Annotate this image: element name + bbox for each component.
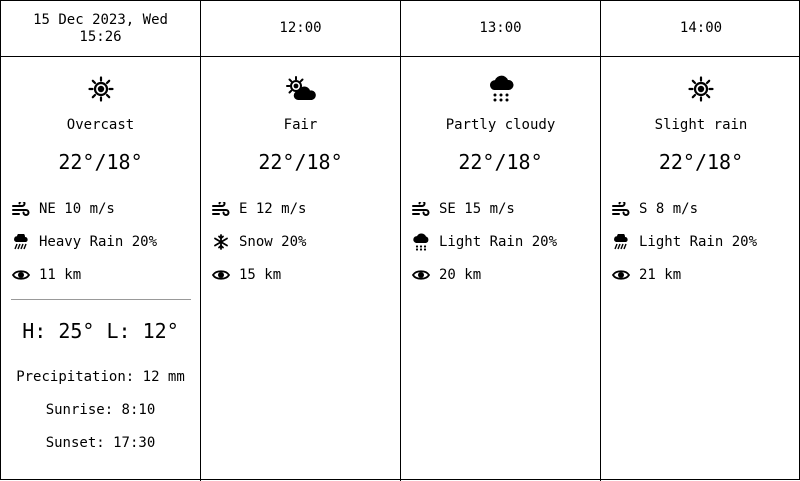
wind-row: S 8 m/s <box>611 199 698 219</box>
temperature: 22°/18° <box>58 150 143 174</box>
sun-cloud-icon <box>201 73 400 105</box>
hour-label: 13:00 <box>479 20 522 36</box>
temperature: 22°/18° <box>258 150 343 174</box>
visibility-value: 15 km <box>239 267 282 283</box>
wind-icon <box>411 200 431 218</box>
visibility-value: 21 km <box>639 267 682 283</box>
condition-label: Overcast <box>66 117 135 133</box>
temperature: 22°/18° <box>658 150 744 174</box>
condition-label: Slight rain <box>654 117 748 133</box>
visibility-value: 20 km <box>439 267 482 283</box>
precip-value: Light Rain 20% <box>639 234 758 250</box>
sunrise: Sunrise: 8:10 <box>45 402 156 418</box>
precip-value: Snow 20% <box>239 234 307 250</box>
eye-icon <box>211 266 231 284</box>
sun-icon <box>1 73 200 105</box>
visibility-row: 21 km <box>611 265 681 285</box>
wind-row: NE 10 m/s <box>11 199 115 219</box>
wind-icon <box>211 200 231 218</box>
eye-icon <box>11 266 31 284</box>
column-current: 15 Dec 2023, Wed 15:26 Overcast 22°/18° <box>1 1 201 481</box>
condition-label: Partly cloudy <box>445 117 556 133</box>
column-hour: 13:00 Partly cloudy 22°/18° SE 15 m/s Li… <box>401 1 601 481</box>
rain-icon <box>611 233 631 251</box>
visibility-row: 11 km <box>11 265 81 285</box>
precip-row: Heavy Rain 20% <box>11 232 157 252</box>
divider <box>11 299 191 300</box>
rain-icon <box>11 233 31 251</box>
snowflake-icon <box>211 233 231 251</box>
weather-grid: 15 Dec 2023, Wed 15:26 Overcast 22°/18° <box>0 0 800 481</box>
current-date: 15 Dec 2023, Wed <box>33 11 168 28</box>
wind-row: E 12 m/s <box>211 199 306 219</box>
column-hour: 14:00 Slight rain 22°/18° S 8 m/s Light … <box>601 1 800 481</box>
sunset: Sunset: 17:30 <box>45 435 156 451</box>
high-low: H: 25° L: 12° <box>22 319 179 343</box>
precip-row: Light Rain 20% <box>611 232 757 252</box>
column-hour: 12:00 Fair 22°/18° E 12 m/s Snow 20% 15 … <box>201 1 401 481</box>
precip-value: Heavy Rain 20% <box>39 234 158 250</box>
visibility-row: 15 km <box>211 265 281 285</box>
temperature: 22°/18° <box>458 150 543 174</box>
current-time: 15:26 <box>79 28 122 45</box>
condition-label: Fair <box>283 117 318 133</box>
wind-value: NE 10 m/s <box>39 201 115 217</box>
sun-icon <box>601 73 800 105</box>
column-header: 13:00 <box>401 1 600 57</box>
wind-value: S 8 m/s <box>639 201 699 217</box>
hour-label: 12:00 <box>279 20 322 36</box>
wind-row: SE 15 m/s <box>411 199 515 219</box>
column-header: 12:00 <box>201 1 400 57</box>
cloud-rain-icon <box>401 73 600 105</box>
precip-row: Light Rain 20% <box>411 232 557 252</box>
precip-row: Snow 20% <box>211 232 306 252</box>
hour-label: 14:00 <box>679 20 723 36</box>
column-header: 14:00 <box>601 1 800 57</box>
wind-value: SE 15 m/s <box>439 201 515 217</box>
column-header: 15 Dec 2023, Wed 15:26 <box>1 1 200 57</box>
precipitation-total: Precipitation: 12 mm <box>16 369 185 385</box>
visibility-value: 11 km <box>39 267 82 283</box>
eye-icon <box>411 266 431 284</box>
wind-icon <box>11 200 31 218</box>
wind-icon <box>611 200 631 218</box>
cloud-rain-small-icon <box>411 233 431 251</box>
precip-value: Light Rain 20% <box>439 234 558 250</box>
wind-value: E 12 m/s <box>239 201 307 217</box>
eye-icon <box>611 266 631 284</box>
visibility-row: 20 km <box>411 265 481 285</box>
